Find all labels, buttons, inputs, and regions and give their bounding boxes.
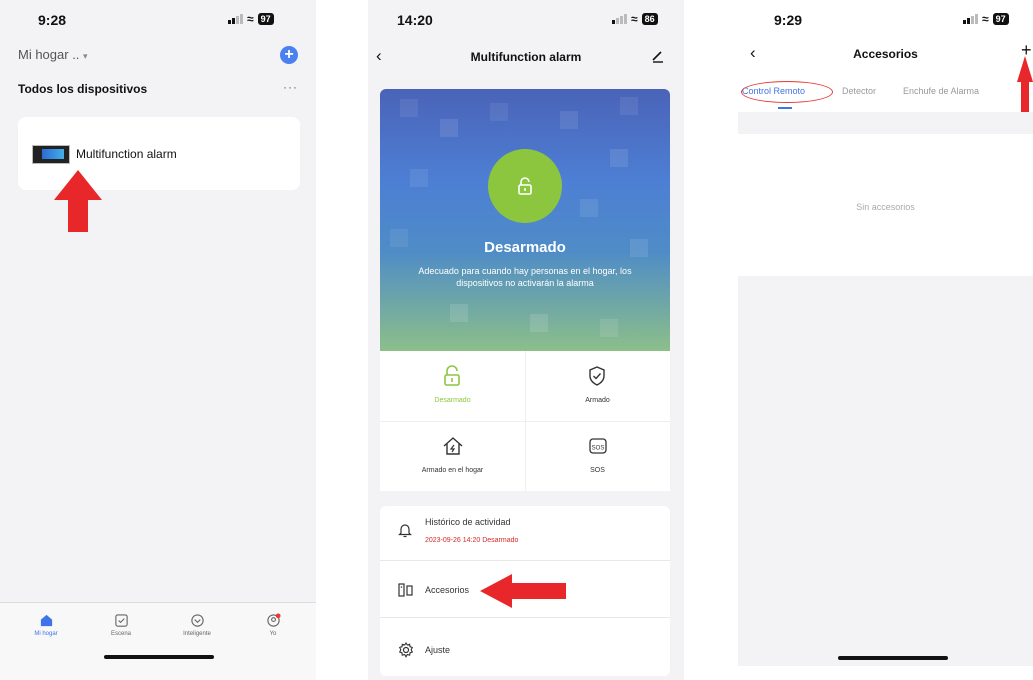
bell-icon xyxy=(398,524,412,538)
accessories-icon xyxy=(398,583,413,597)
mode-grid: Desarmado Armado Armado en el hogar SOS … xyxy=(380,351,670,491)
status-icons: ≈ 97 xyxy=(228,12,274,26)
status-time: 9:28 xyxy=(38,12,67,28)
smart-icon xyxy=(190,614,204,627)
battery-indicator: 97 xyxy=(257,13,274,25)
svg-text:SOS: SOS xyxy=(592,446,605,452)
page-title: Accesorios xyxy=(853,47,918,61)
tab-mi-hogar[interactable]: Mi hogar xyxy=(16,613,76,637)
alarm-state-title: Desarmado xyxy=(484,239,566,256)
home-indicator xyxy=(838,656,948,660)
tab-label: Escena xyxy=(110,631,131,637)
section-title: Todos los dispositivos xyxy=(18,82,148,96)
selected-tab-indicator xyxy=(778,107,792,109)
tab-label: Inteligente xyxy=(183,631,211,637)
device-thumbnail xyxy=(32,145,70,164)
accessory-type-tabs: Control Remoto Detector Enchufe de Alarm… xyxy=(738,80,1033,110)
status-bar: 14:20 ≈ 86 xyxy=(368,12,684,30)
settings-row[interactable]: Ajuste xyxy=(380,618,670,676)
wifi-icon: ≈ xyxy=(982,12,989,26)
status-icons: ≈ 97 xyxy=(963,12,1009,26)
status-icons: ≈ 86 xyxy=(612,12,658,26)
settings-label: Ajuste xyxy=(425,645,451,655)
tab-enchufe-de-alarma[interactable]: Enchufe de Alarma xyxy=(903,86,979,96)
unlock-icon xyxy=(444,365,460,386)
activity-history-row[interactable]: Histórico de actividad 2023-09-26 14:20 … xyxy=(380,506,670,560)
screen-home: 9:28 ≈ 97 Mi hogar .. ▾ + Todos los disp… xyxy=(0,0,316,680)
caret-down-icon: ▾ xyxy=(83,51,88,61)
page-title: Multifunction alarm xyxy=(470,50,582,64)
battery-indicator: 86 xyxy=(641,13,658,25)
mode-label: Armado xyxy=(585,397,610,404)
wifi-icon: ≈ xyxy=(631,12,638,26)
scene-icon xyxy=(114,614,128,627)
home-selector-label: Mi hogar .. xyxy=(18,47,80,62)
tab-escena[interactable]: Escena xyxy=(91,613,151,637)
mode-label: Desarmado xyxy=(434,397,471,404)
activity-history-label: Histórico de actividad xyxy=(425,517,511,527)
shield-check-icon xyxy=(589,366,605,386)
tab-label: Mi hogar xyxy=(34,631,58,637)
accessories-label: Accesorios xyxy=(425,585,470,595)
disarm-status-button[interactable] xyxy=(488,149,562,223)
more-options-icon[interactable]: ··· xyxy=(283,80,298,94)
home-icon xyxy=(40,614,52,627)
unlock-icon xyxy=(518,177,532,195)
mode-label: SOS xyxy=(590,467,605,474)
home-selector[interactable]: Mi hogar .. ▾ xyxy=(18,47,88,62)
alarm-status-panel: Desarmado Adecuado para cuando hay perso… xyxy=(380,89,670,351)
device-name: Multifunction alarm xyxy=(76,147,177,161)
mode-home-armed-button[interactable]: Armado en el hogar xyxy=(380,421,525,491)
red-circle-annotation xyxy=(741,81,833,103)
screen-accessories: 9:29 ≈ 97 ‹ Accesorios + Control Remoto … xyxy=(738,0,1033,680)
tab-inteligente[interactable]: Inteligente xyxy=(167,613,227,637)
alarm-state-description: Adecuado para cuando hay personas en el … xyxy=(418,266,632,288)
mode-label: Armado en el hogar xyxy=(421,467,484,474)
mode-armed-button[interactable]: Armado xyxy=(525,351,670,421)
signal-icon xyxy=(963,14,978,24)
divider-band xyxy=(738,112,1033,134)
wifi-icon: ≈ xyxy=(247,12,254,26)
bottom-tab-bar: Mi hogar Escena Inteligente Yo xyxy=(0,602,316,680)
screen-alarm-detail: 14:20 ≈ 86 ‹ Multifunction alarm Desarma… xyxy=(368,0,684,680)
home-indicator xyxy=(104,655,214,659)
status-time: 14:20 xyxy=(397,12,433,28)
sos-icon: SOS xyxy=(589,438,607,454)
tab-yo[interactable]: Yo xyxy=(243,613,303,637)
red-arrow-left-annotation xyxy=(480,574,566,608)
signal-icon xyxy=(612,14,627,24)
tab-detector[interactable]: Detector xyxy=(842,86,876,96)
empty-area xyxy=(738,276,1033,666)
mode-sos-button[interactable]: SOS SOS xyxy=(525,421,670,491)
gear-icon xyxy=(398,642,414,658)
add-device-button[interactable]: + xyxy=(280,46,298,64)
signal-icon xyxy=(228,14,243,24)
red-arrow-up-annotation xyxy=(54,170,102,232)
home-shield-icon xyxy=(443,437,463,455)
activity-history-last-event: 2023-09-26 14:20 Desarmado xyxy=(425,537,519,544)
status-bar: 9:28 ≈ 97 xyxy=(0,12,316,30)
status-bar: 9:29 ≈ 97 xyxy=(738,12,1033,30)
tab-label: Yo xyxy=(269,631,277,637)
empty-state-text: Sin accesorios xyxy=(856,202,915,212)
profile-icon xyxy=(266,613,281,627)
mode-disarmed-button[interactable]: Desarmado xyxy=(380,351,525,421)
edit-pencil-icon[interactable] xyxy=(650,48,666,64)
status-time: 9:29 xyxy=(774,12,803,28)
battery-indicator: 97 xyxy=(992,13,1009,25)
